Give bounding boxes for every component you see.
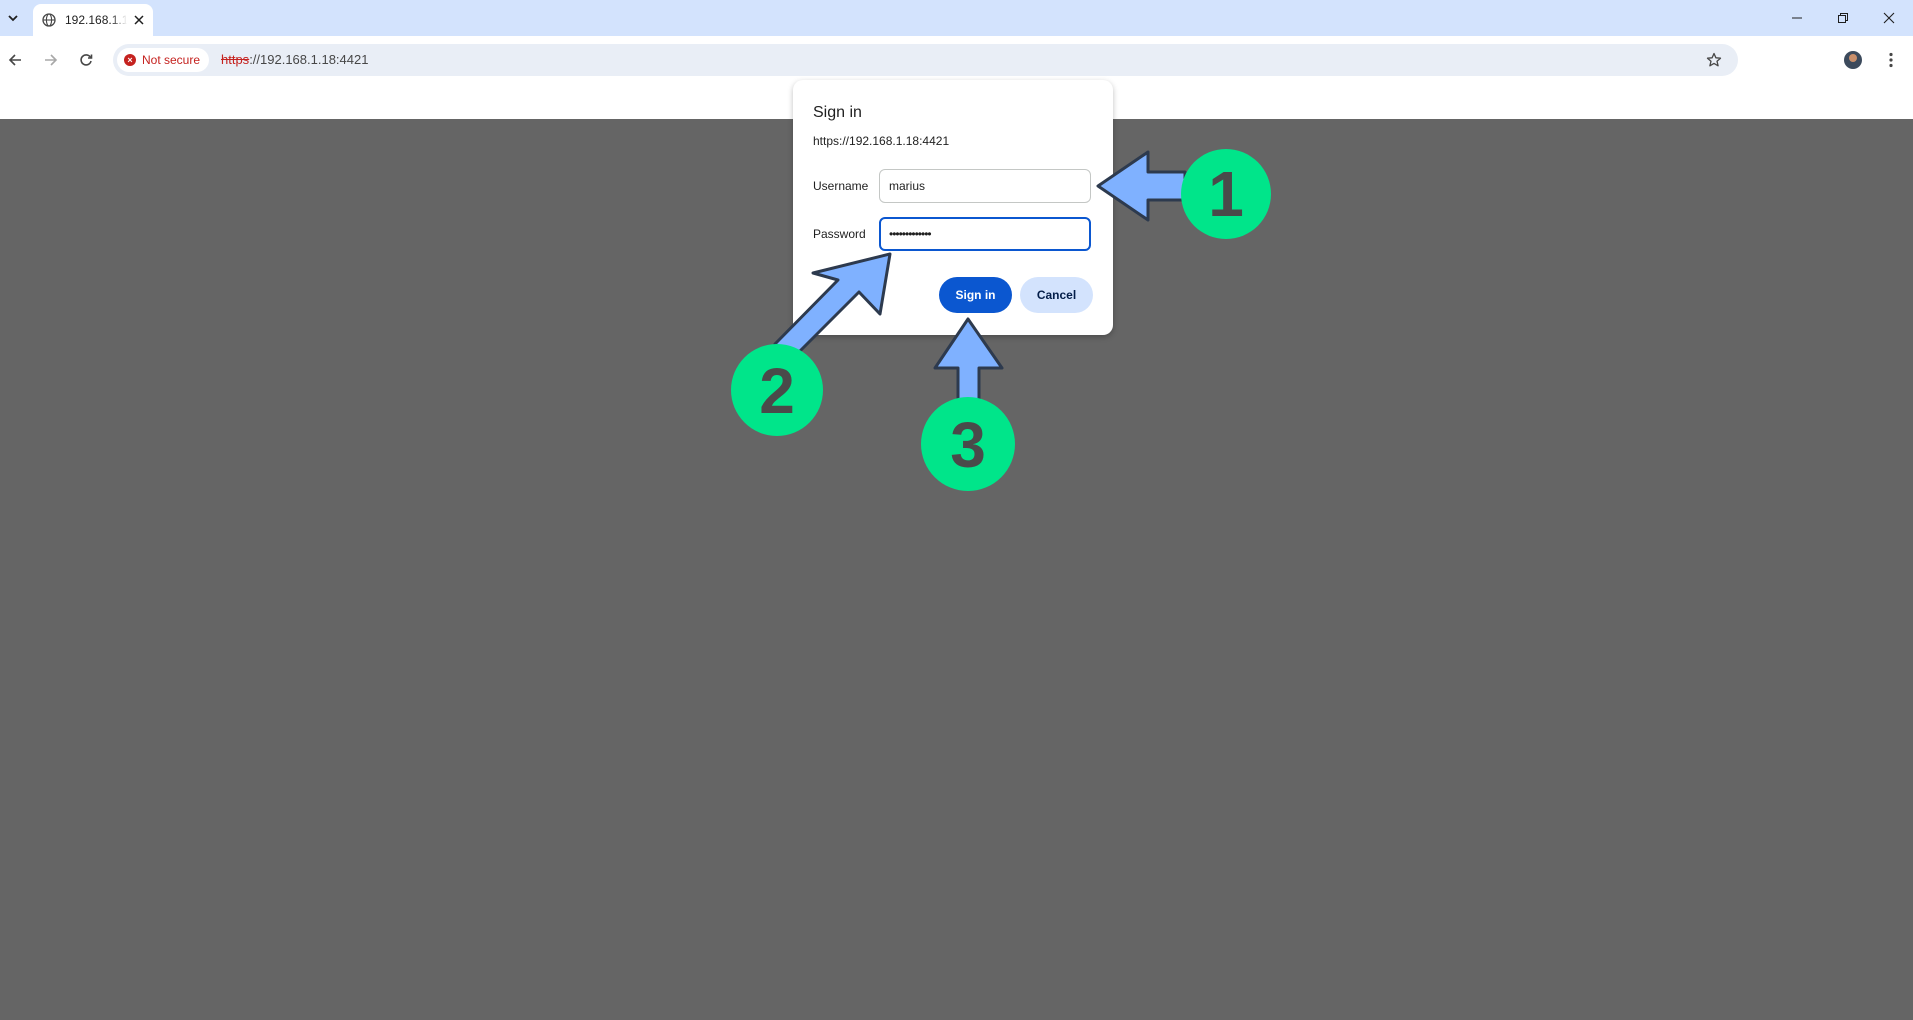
close-icon[interactable] — [131, 12, 147, 28]
url-host: ://192.168.1.18:4421 — [249, 52, 369, 67]
cancel-button[interactable]: Cancel — [1020, 277, 1093, 313]
security-chip-label: Not secure — [142, 53, 201, 67]
globe-icon — [42, 13, 56, 27]
reload-icon[interactable] — [72, 46, 100, 74]
restore-icon[interactable] — [1820, 0, 1866, 36]
username-label: Username — [813, 179, 869, 193]
kebab-menu-icon[interactable] — [1880, 48, 1902, 72]
profile-avatar[interactable] — [1844, 51, 1862, 69]
error-icon: × — [124, 54, 136, 66]
tab-strip: 192.168.1.18:4421 — [0, 0, 1913, 36]
address-bar[interactable]: × Not secure https://192.168.1.18:4421 — [113, 44, 1738, 76]
dialog-origin: https://192.168.1.18:4421 — [813, 134, 950, 148]
browser-tab[interactable]: 192.168.1.18:4421 — [33, 4, 153, 36]
sign-in-button[interactable]: Sign in — [939, 277, 1012, 313]
arrow-right-icon[interactable] — [37, 46, 65, 74]
chevron-down-icon[interactable] — [2, 6, 24, 30]
password-field[interactable]: ••••••••••••• — [879, 217, 1091, 251]
window-close-icon[interactable] — [1866, 0, 1912, 36]
security-chip[interactable]: × Not secure — [117, 48, 209, 72]
tab-title: 192.168.1.18:4421 — [65, 13, 127, 27]
password-label: Password — [813, 227, 866, 241]
url-text[interactable]: https://192.168.1.18:4421 — [221, 52, 368, 68]
browser-toolbar: × Not secure https://192.168.1.18:4421 — [0, 36, 1913, 84]
sign-in-dialog: Sign in https://192.168.1.18:4421 Userna… — [793, 80, 1113, 335]
arrow-left-icon[interactable] — [1, 46, 29, 74]
url-scheme: https — [221, 52, 250, 67]
username-field[interactable]: marius — [879, 169, 1091, 203]
minimize-icon[interactable] — [1774, 0, 1820, 36]
star-icon[interactable] — [1704, 50, 1724, 70]
dialog-title: Sign in — [813, 104, 862, 121]
